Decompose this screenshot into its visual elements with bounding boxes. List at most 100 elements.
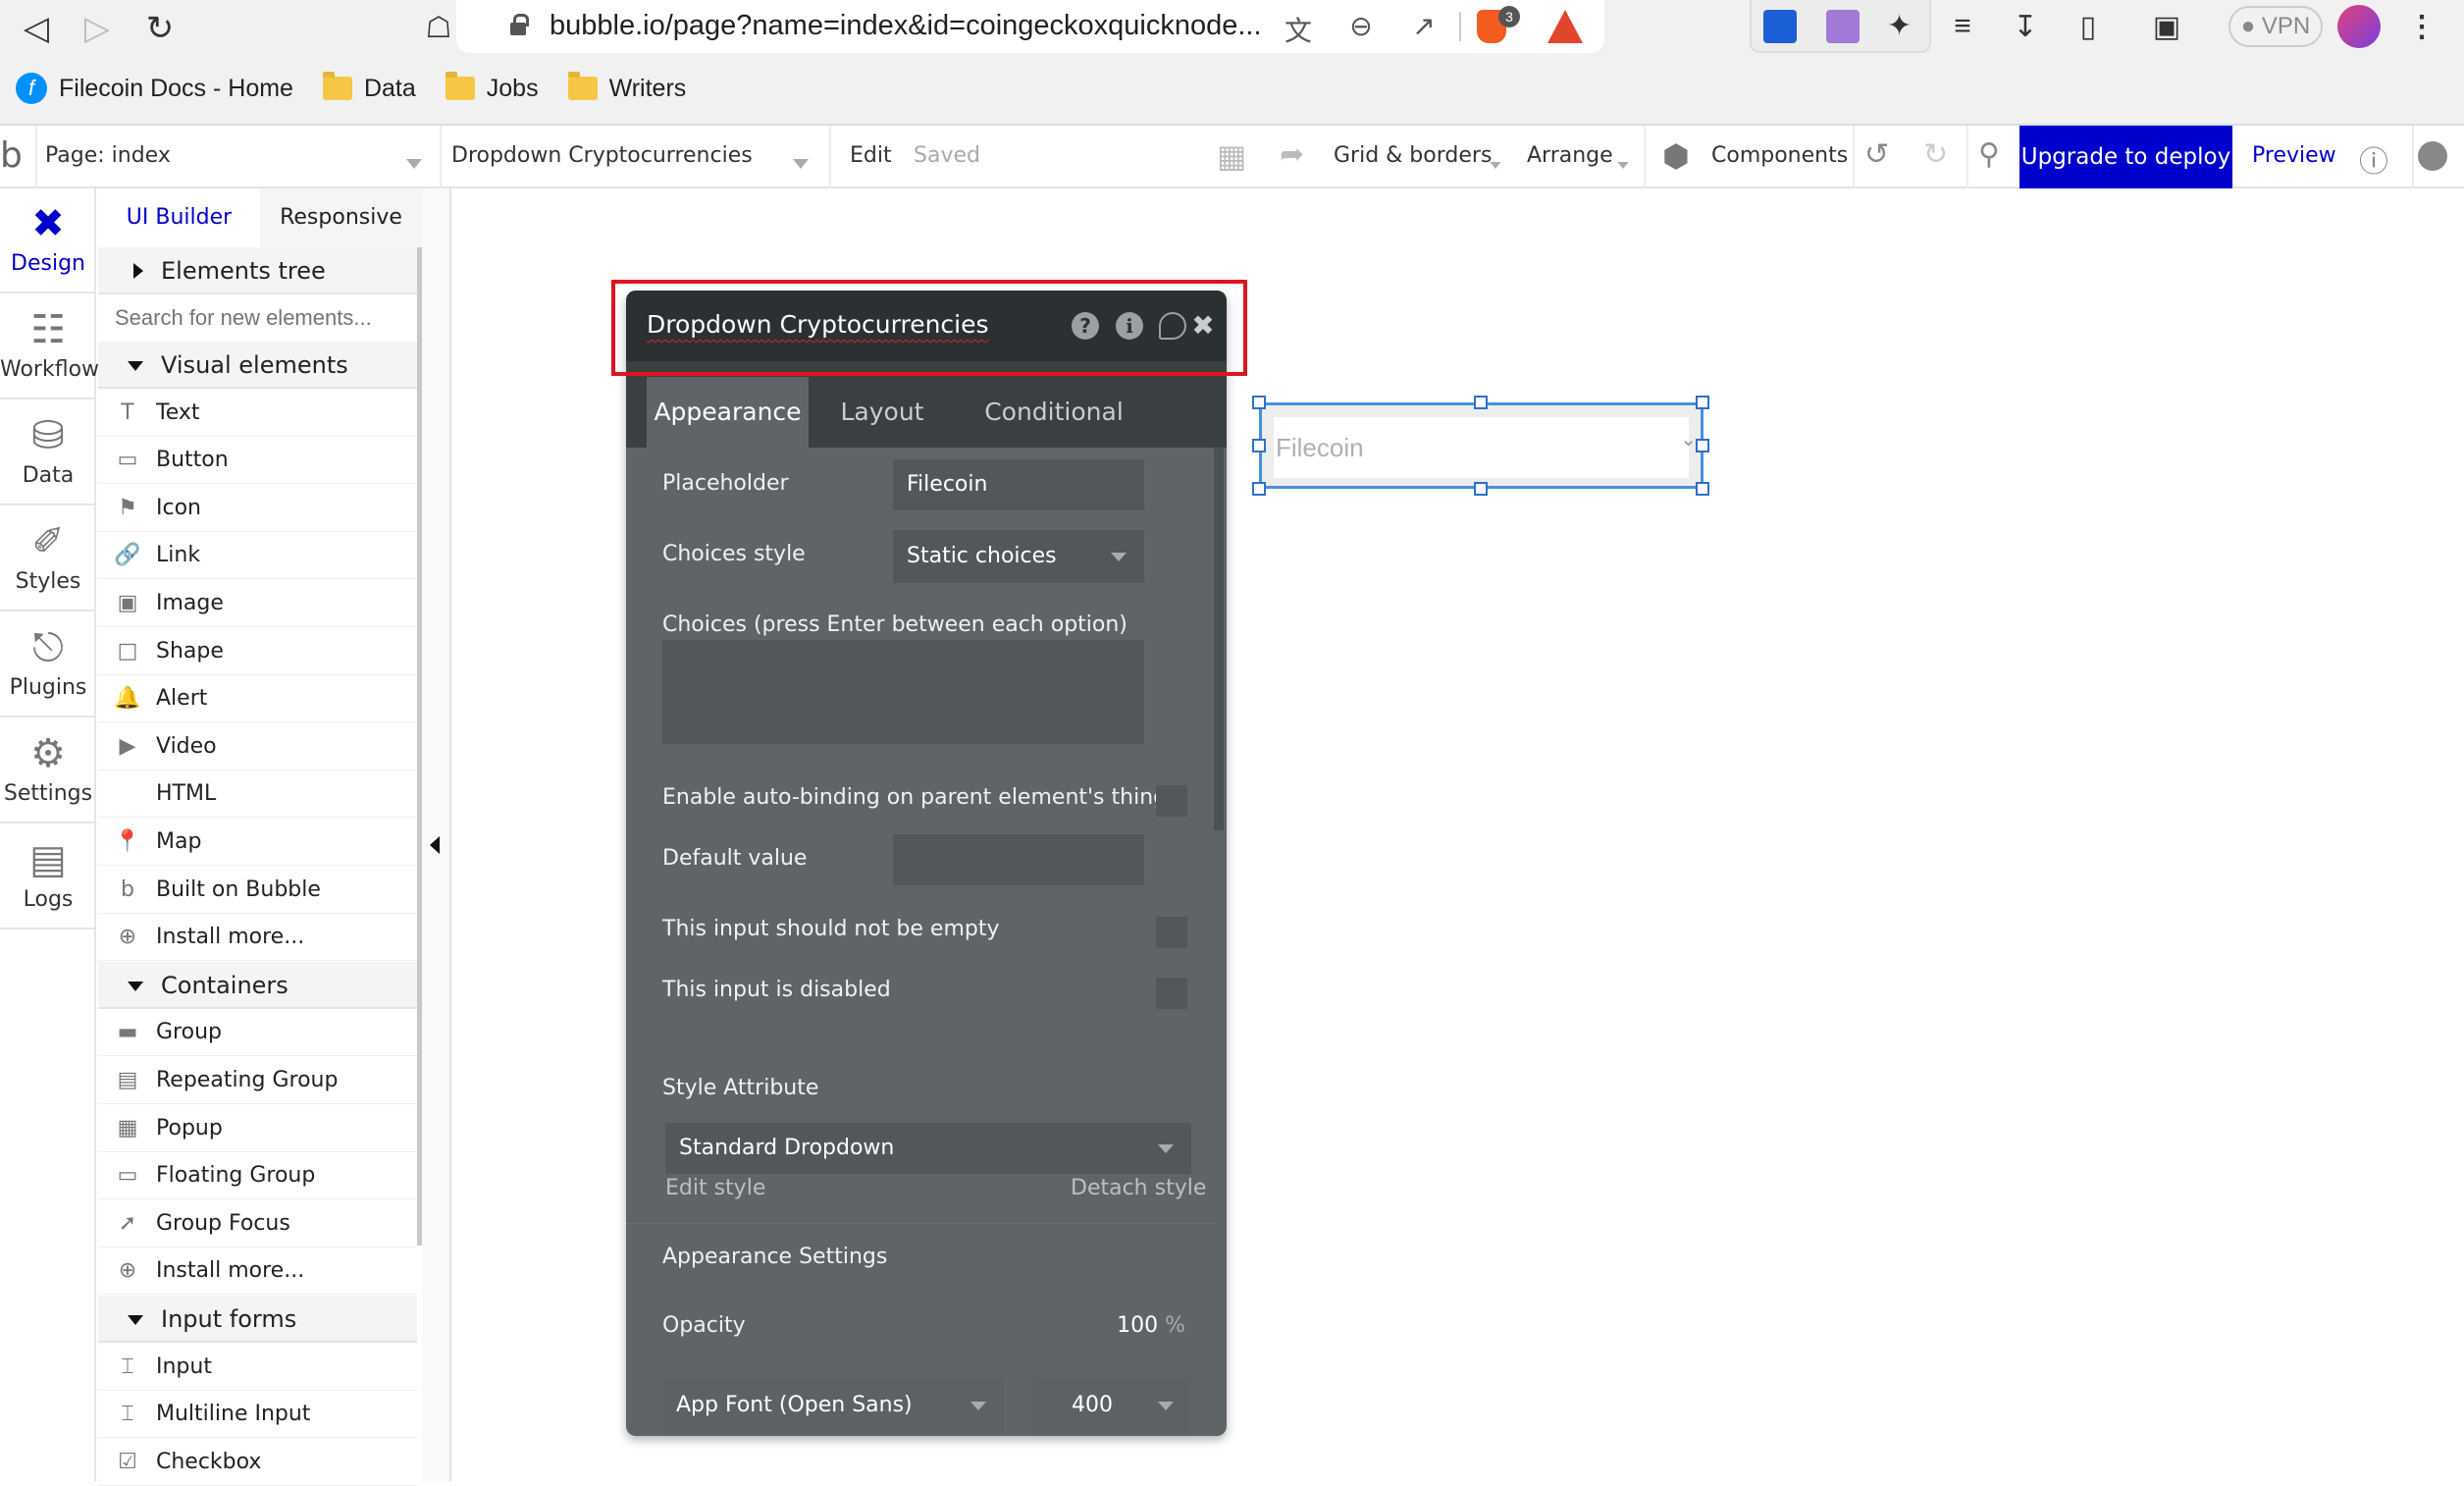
cursor-icon[interactable]: ➦: [1280, 137, 1304, 172]
tab-layout[interactable]: Layout: [809, 377, 956, 448]
undo-icon[interactable]: ↺: [1864, 137, 1889, 172]
wallet-icon[interactable]: ▣: [2147, 10, 2186, 44]
element-item[interactable]: ▬ Group: [98, 1009, 417, 1057]
page-selector[interactable]: Page: index: [45, 143, 171, 168]
resize-handle[interactable]: [1696, 396, 1709, 409]
resize-handle[interactable]: [1696, 439, 1709, 452]
element-item[interactable]: ▭ Floating Group: [98, 1152, 417, 1200]
panel-collapse-bar[interactable]: [422, 188, 451, 1481]
edit-button[interactable]: Edit: [850, 143, 892, 168]
element-item[interactable]: ▤ Repeating Group: [98, 1057, 417, 1104]
vpn-button[interactable]: ● VPN: [2228, 6, 2323, 47]
style-select[interactable]: Standard Dropdown: [665, 1123, 1191, 1174]
chevron-down-icon[interactable]: [793, 153, 809, 172]
element-search-input[interactable]: [98, 294, 417, 342]
element-item[interactable]: b Built on Bubble: [98, 867, 417, 914]
rail-design[interactable]: ✖ Design: [0, 188, 96, 293]
resize-handle[interactable]: [1252, 396, 1266, 409]
rail-data[interactable]: ⛁ Data: [0, 400, 96, 505]
redo-icon[interactable]: ↻: [1923, 137, 1948, 172]
choices-style-select[interactable]: Static choices: [893, 530, 1144, 583]
resize-handle[interactable]: [1474, 396, 1488, 409]
tab-ui-builder[interactable]: UI Builder: [98, 188, 260, 247]
element-item[interactable]: 🔗 Link: [98, 532, 417, 580]
upgrade-to-deploy-button[interactable]: Upgrade to deploy: [2019, 126, 2232, 188]
element-item[interactable]: ⚑ Icon: [98, 485, 417, 532]
metamask-icon[interactable]: [1826, 10, 1860, 43]
canvas-dropdown-element[interactable]: Filecoin ⌄: [1259, 402, 1704, 489]
grid-borders-menu[interactable]: Grid & borders: [1334, 143, 1492, 168]
resize-handle[interactable]: [1252, 439, 1266, 452]
section-header[interactable]: Containers: [98, 961, 417, 1009]
font-weight-select[interactable]: 400: [1032, 1378, 1191, 1433]
element-item[interactable]: ▶ Video: [98, 723, 417, 770]
default-value-input[interactable]: [893, 834, 1144, 885]
bubble-logo[interactable]: b: [0, 135, 23, 176]
bookmark-data[interactable]: Data: [322, 72, 416, 103]
detach-style-link[interactable]: Detach style: [1071, 1176, 1206, 1200]
element-item[interactable]: ☑ Checkbox: [98, 1439, 417, 1486]
tab-conditional[interactable]: Conditional: [956, 377, 1152, 448]
translate-icon[interactable]: 文: [1279, 10, 1318, 49]
element-item[interactable]: ⊕ Install more...: [98, 1247, 417, 1296]
element-selector[interactable]: Dropdown Cryptocurrencies: [451, 143, 753, 168]
element-item[interactable]: ➚ Group Focus: [98, 1200, 417, 1247]
menu-icon[interactable]: ⋮: [2402, 10, 2441, 44]
address-bar[interactable]: bubble.io/page?name=index&id=coingeckoxq…: [456, 0, 1604, 53]
rail-workflow[interactable]: ☷ Workflow: [0, 294, 99, 399]
section-header[interactable]: Input forms: [98, 1296, 417, 1343]
element-item[interactable]: ⌶ Multiline Input: [98, 1391, 417, 1439]
tab-appearance[interactable]: Appearance: [647, 377, 809, 448]
rail-plugins[interactable]: ⎋ Plugins: [0, 612, 96, 717]
collapse-arrow-icon[interactable]: [430, 836, 440, 854]
resize-handle[interactable]: [1474, 482, 1488, 496]
element-item[interactable]: 📍 Map: [98, 819, 417, 866]
element-item[interactable]: T Text: [98, 390, 417, 437]
zoom-out-icon[interactable]: ⊖: [1341, 10, 1381, 42]
search-icon[interactable]: ⚲: [1978, 137, 2000, 172]
extensions-puzzle-icon[interactable]: ✦: [1887, 10, 1920, 43]
resize-handle[interactable]: [1252, 482, 1266, 496]
edit-style-link[interactable]: Edit style: [665, 1176, 765, 1200]
not-empty-checkbox[interactable]: [1156, 917, 1187, 948]
bookmark-writers[interactable]: Writers: [567, 72, 686, 103]
resize-handle[interactable]: [1696, 482, 1709, 496]
share-icon[interactable]: ↗: [1404, 10, 1443, 42]
element-item[interactable]: □ Shape: [98, 628, 417, 675]
elements-tree-toggle[interactable]: Elements tree: [98, 247, 417, 294]
sidebar-icon[interactable]: ▯: [2069, 10, 2108, 44]
auto-binding-checkbox[interactable]: [1156, 785, 1187, 817]
disabled-checkbox[interactable]: [1156, 978, 1187, 1009]
rail-logs[interactable]: ▤ Logs: [0, 824, 96, 929]
download-icon[interactable]: ↧: [2006, 10, 2045, 44]
element-item[interactable]: ⊕ Install more...: [98, 914, 417, 962]
help-icon[interactable]: ⓘ: [2359, 137, 2388, 181]
element-item[interactable]: HTML: [98, 770, 417, 819]
reload-icon[interactable]: ↻: [133, 8, 186, 49]
choices-textarea[interactable]: [662, 640, 1144, 744]
forward-icon[interactable]: ▷: [71, 8, 124, 49]
brave-rewards-icon[interactable]: [1547, 10, 1583, 43]
element-item[interactable]: ▭ Button: [98, 437, 417, 485]
account-icon[interactable]: [2418, 141, 2447, 171]
preview-button[interactable]: Preview: [2252, 143, 2336, 168]
back-icon[interactable]: ◁: [10, 8, 63, 49]
rail-styles[interactable]: ✐ Styles: [0, 506, 96, 611]
rail-settings[interactable]: ⚙ Settings: [0, 718, 96, 823]
element-item[interactable]: 🔔 Alert: [98, 675, 417, 723]
font-select[interactable]: App Font (Open Sans): [662, 1378, 1004, 1433]
opacity-input[interactable]: 100 %: [1105, 1301, 1191, 1351]
profile-avatar[interactable]: [2337, 5, 2381, 48]
placeholder-input[interactable]: Filecoin: [893, 459, 1144, 510]
element-item[interactable]: ▣ Image: [98, 580, 417, 627]
url-text[interactable]: bubble.io/page?name=index&id=coingeckoxq…: [550, 10, 1262, 42]
bitwarden-icon[interactable]: [1763, 10, 1797, 43]
element-item[interactable]: ⌶ Input: [98, 1344, 417, 1391]
chevron-down-icon[interactable]: [406, 153, 422, 172]
bookmark-filecoin[interactable]: f Filecoin Docs - Home: [16, 73, 293, 104]
bookmark-jobs[interactable]: Jobs: [445, 72, 539, 103]
tab-responsive[interactable]: Responsive: [260, 188, 422, 247]
gift-icon[interactable]: ▦: [1217, 137, 1246, 175]
element-item[interactable]: ▦ Popup: [98, 1105, 417, 1152]
media-icon[interactable]: ≡: [1943, 10, 1982, 43]
